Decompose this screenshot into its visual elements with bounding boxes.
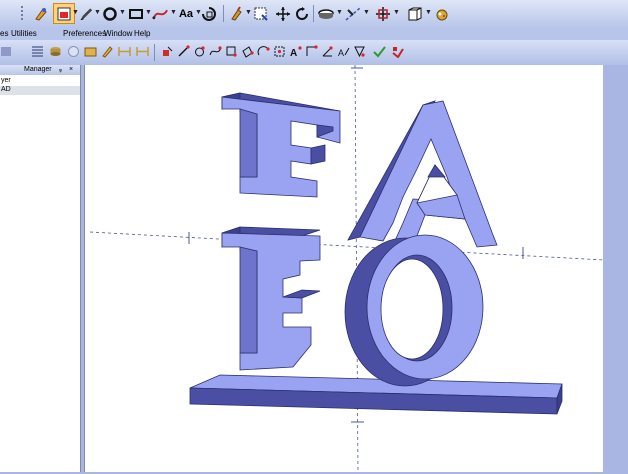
model-letter-f-top	[221, 92, 341, 198]
cancel-icon[interactable]	[390, 44, 405, 59]
pencil-icon[interactable]	[100, 44, 115, 59]
render-icon[interactable]	[432, 3, 452, 24]
insert-icon[interactable]	[352, 44, 367, 59]
rectangle-tool-icon[interactable]	[126, 3, 145, 24]
main-toolbar: ▼ ▼ ▼ ▼ ▼ Aa ▼ ▼ ▼ ▼ ▼ ▼	[0, 0, 628, 27]
check-icon[interactable]	[372, 44, 387, 59]
model-letter-f-bottom	[221, 226, 321, 371]
point-icon[interactable]	[160, 44, 175, 59]
pin-icon[interactable]: ᵩ	[59, 66, 62, 73]
model-base	[189, 374, 563, 415]
menu-utilities[interactable]: Utilities	[11, 29, 37, 38]
move-icon[interactable]	[274, 3, 292, 24]
mirror-icon[interactable]	[343, 3, 363, 24]
svg-text:A: A	[338, 48, 344, 58]
cylinder-icon[interactable]	[66, 44, 81, 59]
leader-icon[interactable]	[304, 44, 319, 59]
separator	[154, 44, 155, 61]
select-box-icon[interactable]	[252, 3, 270, 24]
separator	[223, 5, 224, 22]
model-letter-a	[347, 100, 498, 248]
stack-icon[interactable]	[48, 44, 63, 59]
tree-item-cad[interactable]: AD	[0, 86, 80, 95]
chevron-down-icon[interactable]: ▼	[393, 9, 400, 16]
model-letter-o	[344, 234, 484, 387]
tree-item-label: yer	[1, 77, 11, 84]
edit-text-icon[interactable]: A	[336, 44, 351, 59]
layer-align-icon[interactable]	[0, 44, 15, 59]
dimension-icon[interactable]	[135, 44, 150, 59]
menu-window[interactable]: Window	[104, 29, 132, 38]
chevron-down-icon[interactable]: ▼	[336, 9, 343, 16]
menu-help[interactable]: Help	[134, 29, 150, 38]
close-icon[interactable]: ×	[69, 66, 73, 73]
right-edge-strip	[603, 65, 628, 472]
rotate-text-icon[interactable]	[200, 3, 218, 24]
folder-icon[interactable]	[83, 44, 98, 59]
pattern-icon[interactable]	[272, 44, 287, 59]
drawing-viewport[interactable]	[84, 64, 605, 473]
pen-icon[interactable]	[78, 3, 95, 24]
spline-icon[interactable]	[208, 44, 223, 59]
trim-icon[interactable]	[240, 44, 255, 59]
curve-tool-icon[interactable]	[151, 3, 170, 24]
chevron-down-icon[interactable]: ▼	[119, 9, 126, 16]
menu-tools[interactable]: es	[0, 29, 8, 38]
offset-icon[interactable]	[224, 44, 239, 59]
layer-manager-panel: Manager ᵩ × yer AD	[0, 65, 81, 472]
model-canvas	[89, 64, 605, 473]
chevron-down-icon[interactable]: ▼	[425, 9, 432, 16]
panel-title-bar: Manager ᵩ ×	[0, 65, 80, 75]
angle-icon[interactable]	[320, 44, 335, 59]
circle-tool-icon[interactable]	[101, 3, 119, 24]
chevron-down-icon[interactable]: ▼	[245, 9, 252, 16]
orbit-icon[interactable]	[293, 3, 311, 24]
text-tool-icon[interactable]: Aa	[176, 3, 196, 24]
chevron-down-icon[interactable]: ▼	[94, 9, 101, 16]
arc-icon[interactable]	[192, 44, 207, 59]
extrude-icon[interactable]	[316, 3, 336, 24]
line-icon[interactable]	[176, 44, 191, 59]
list-icon[interactable]	[30, 44, 45, 59]
menu-bar: es Utilities Preferences Window Help	[0, 27, 628, 40]
svg-text:A: A	[290, 48, 297, 58]
tree-item-layer[interactable]: yer	[0, 77, 80, 86]
menu-preferences[interactable]: Preferences	[63, 29, 106, 38]
secondary-toolbar: A A	[0, 40, 628, 65]
grip-icon	[16, 3, 30, 24]
paint-icon[interactable]	[228, 3, 246, 24]
view-box-icon[interactable]	[405, 3, 425, 24]
rotate-icon[interactable]	[256, 44, 271, 59]
chevron-down-icon[interactable]: ▼	[363, 9, 370, 16]
grid-icon[interactable]	[373, 3, 393, 24]
separator	[313, 5, 314, 22]
guide-line-horizontal	[89, 231, 605, 261]
tree-item-label: AD	[1, 86, 11, 93]
snap-icon[interactable]	[31, 3, 51, 24]
panel-title: Manager	[24, 66, 52, 73]
dimension-icon[interactable]	[117, 44, 132, 59]
text-annotation-icon[interactable]: A	[288, 44, 303, 59]
